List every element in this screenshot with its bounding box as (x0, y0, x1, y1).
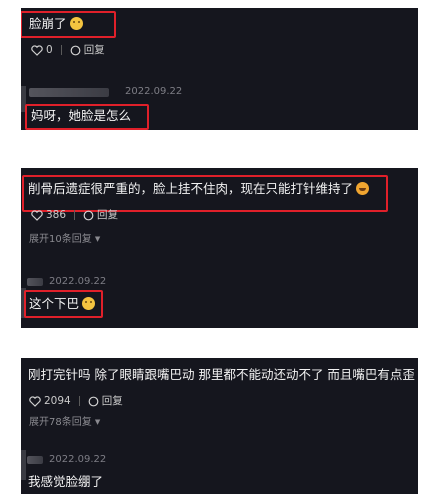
highlight-box (22, 175, 388, 212)
expand-replies-label: 展开10条回复 (29, 234, 92, 245)
comment-panel-2: 削骨后遗症很严重的，脸上挂不住肉，现在只能打针维持了 386 回复 展开10条回… (21, 168, 418, 328)
comment-date: 2022.09.22 (49, 276, 107, 287)
comment-panel-1: 脸崩了 0 回复 2022.09.22 妈呀，她脸是怎么 (21, 8, 418, 130)
divider (78, 396, 80, 406)
reply-button[interactable]: 回复 (97, 208, 118, 222)
comment-date: 2022.09.22 (125, 86, 183, 97)
expand-replies-button[interactable]: 展开78条回复 ▼ (29, 415, 100, 430)
avatar[interactable] (21, 450, 26, 480)
comment-text: 刚打完针吗 除了眼睛跟嘴巴动 那里都不能动还动不了 而且嘴巴有点歪 (28, 367, 418, 383)
comment-actions: 2094 回复 (29, 394, 123, 408)
reply-icon[interactable] (88, 396, 99, 407)
chevron-down-icon: ▼ (94, 418, 101, 426)
blurred-username (29, 88, 109, 97)
like-count: 386 (46, 209, 67, 221)
blurred-username (27, 278, 43, 286)
reply-icon[interactable] (70, 45, 81, 56)
comment-panel-3: 刚打完针吗 除了眼睛跟嘴巴动 那里都不能动还动不了 而且嘴巴有点歪 2094 回… (21, 358, 418, 494)
like-icon[interactable] (29, 395, 41, 407)
highlight-box (24, 290, 103, 318)
blurred-username (27, 456, 43, 464)
like-count: 2094 (44, 395, 71, 407)
chevron-down-icon: ▼ (94, 235, 101, 243)
divider (74, 210, 76, 220)
comment-text: 我感觉脸绷了 (28, 474, 104, 489)
expand-replies-label: 展开78条回复 (29, 417, 92, 428)
like-icon[interactable] (31, 44, 43, 56)
comment-actions: 386 回复 (31, 208, 118, 222)
highlight-box (21, 11, 116, 38)
like-count: 0 (46, 44, 53, 56)
divider (60, 45, 62, 55)
reply-button[interactable]: 回复 (84, 43, 105, 57)
comment-text-label: 刚打完针吗 除了眼睛跟嘴巴动 那里都不能动还动不了 而且嘴巴有点歪 (28, 367, 415, 382)
highlight-box (25, 104, 149, 130)
expand-replies-button[interactable]: 展开10条回复 ▼ (29, 232, 100, 247)
reply-icon[interactable] (83, 210, 94, 221)
like-icon[interactable] (31, 209, 43, 221)
reply-button[interactable]: 回复 (102, 394, 123, 408)
comment-actions: 0 回复 (31, 43, 105, 57)
comment-date: 2022.09.22 (49, 454, 107, 465)
